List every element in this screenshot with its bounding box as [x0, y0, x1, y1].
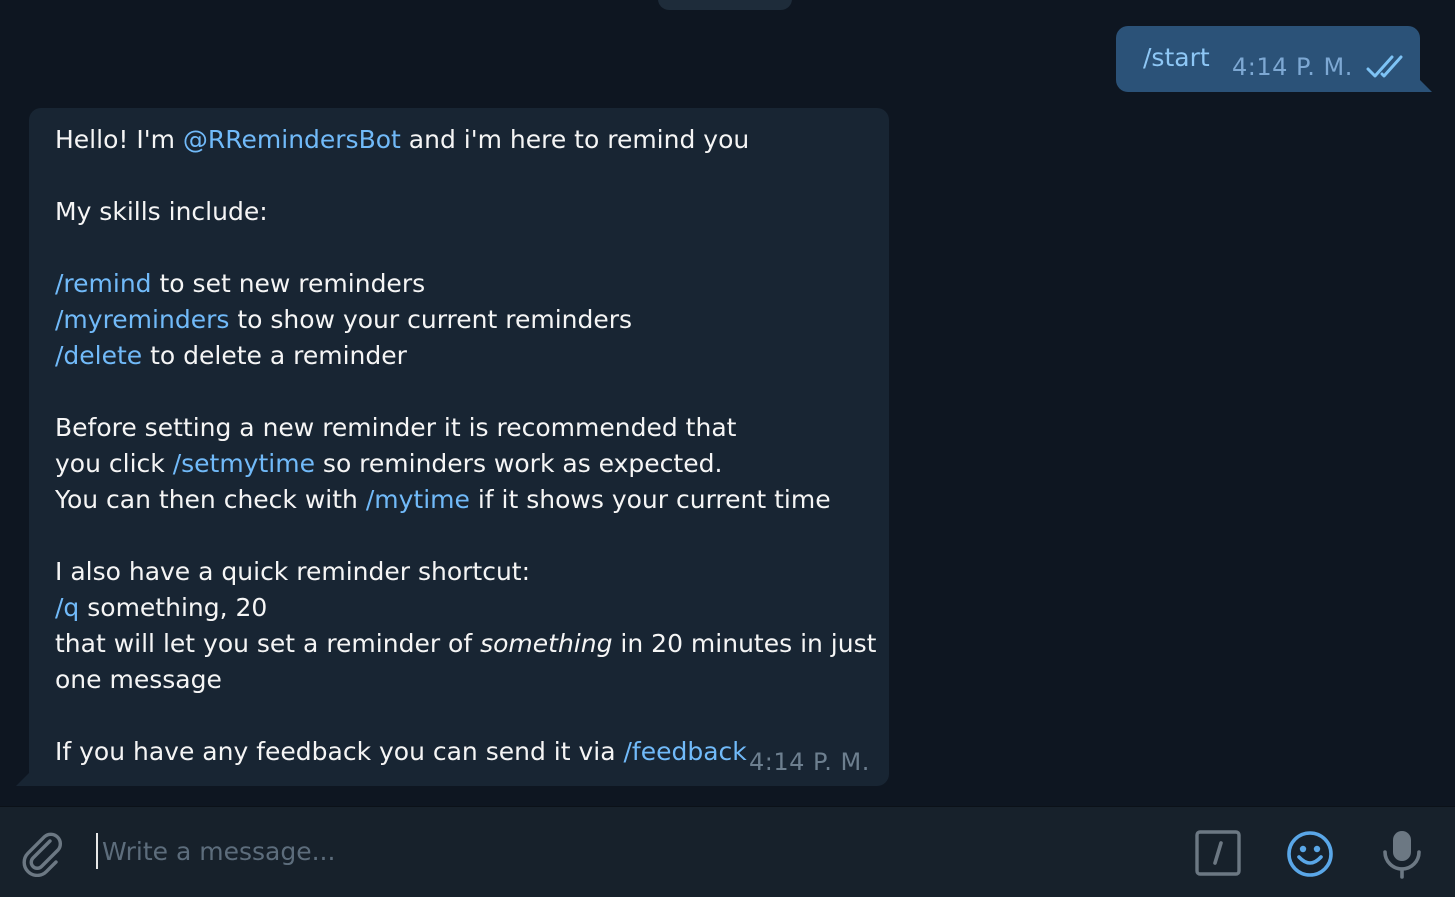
text-caret — [96, 833, 98, 869]
text-span: Before setting a new reminder it is reco… — [55, 413, 737, 442]
text-span: something, 20 — [79, 593, 268, 622]
incoming-bubble-tail — [16, 772, 30, 786]
text-span: My skills include: — [55, 197, 268, 226]
microphone-icon[interactable] — [1380, 829, 1424, 879]
outgoing-message-time: 4:14 P. M. — [1232, 53, 1353, 81]
command-link-remind[interactable]: /remind — [55, 269, 152, 298]
message-input[interactable] — [102, 829, 1162, 873]
command-link-setmytime[interactable]: /setmytime — [173, 449, 315, 478]
text-span: I also have a quick reminder shortcut: — [55, 557, 531, 586]
text-span: if it shows your current time — [469, 485, 831, 514]
text-span: Hello! I'm — [55, 125, 183, 154]
message-composer — [0, 806, 1455, 897]
text-span: to set new reminders — [151, 269, 426, 298]
chat-window: /start 4:14 P. M. Hello! I'm @RReminders… — [0, 0, 1455, 897]
message-line: /remind to set new reminders — [55, 266, 875, 302]
message-line: Hello! I'm @RRemindersBot and i'm here t… — [55, 122, 875, 158]
incoming-message-body: Hello! I'm @RRemindersBot and i'm here t… — [55, 122, 877, 770]
outgoing-message-text[interactable]: /start — [1143, 43, 1210, 72]
bot-mention-link[interactable]: @RRemindersBot — [183, 125, 401, 154]
command-link-delete[interactable]: /delete — [55, 341, 142, 370]
message-line: one message — [55, 662, 875, 698]
slash-command-icon[interactable] — [1194, 829, 1242, 877]
incoming-message-bubble[interactable]: Hello! I'm @RRemindersBot and i'm here t… — [29, 108, 889, 786]
text-span: to delete a reminder — [142, 341, 407, 370]
message-line: My skills include: — [55, 194, 875, 230]
smile-icon[interactable] — [1285, 829, 1335, 879]
command-link-myreminders[interactable]: /myreminders — [55, 305, 229, 334]
outgoing-bubble-tail — [1418, 78, 1432, 92]
text-span: to show your current reminders — [229, 305, 633, 334]
message-line: Before setting a new reminder it is reco… — [55, 410, 875, 446]
text-span: so reminders work as expected. — [314, 449, 723, 478]
outgoing-message-bubble[interactable]: /start 4:14 P. M. — [1116, 26, 1420, 92]
message-line: I also have a quick reminder shortcut: — [55, 554, 875, 590]
command-link-q[interactable]: /q — [55, 593, 79, 622]
text-span: You can then check with — [55, 485, 366, 514]
text-span: If you have any feedback you can send it… — [55, 737, 624, 766]
date-pill — [658, 0, 792, 10]
message-line: you click /setmytime so reminders work a… — [55, 446, 875, 482]
message-line: /myreminders to show your current remind… — [55, 302, 875, 338]
message-line: You can then check with /mytime if it sh… — [55, 482, 875, 518]
message-line: that will let you set a reminder of some… — [55, 626, 877, 662]
message-line: /delete to delete a reminder — [55, 338, 875, 374]
text-span: you click — [55, 449, 173, 478]
text-span: that will let you set a reminder of — [55, 629, 481, 658]
paperclip-icon[interactable] — [20, 829, 68, 877]
command-link-mytime[interactable]: /mytime — [366, 485, 470, 514]
command-link-feedback[interactable]: /feedback — [624, 737, 747, 766]
text-span: one message — [55, 665, 222, 694]
italic-text: something — [480, 629, 613, 658]
message-line: /q something, 20 — [55, 590, 875, 626]
double-check-icon — [1366, 55, 1403, 78]
incoming-message-time: 4:14 P. M. — [749, 748, 870, 776]
text-span: in 20 minutes in just — [612, 629, 877, 658]
text-span: and i'm here to remind you — [400, 125, 750, 154]
